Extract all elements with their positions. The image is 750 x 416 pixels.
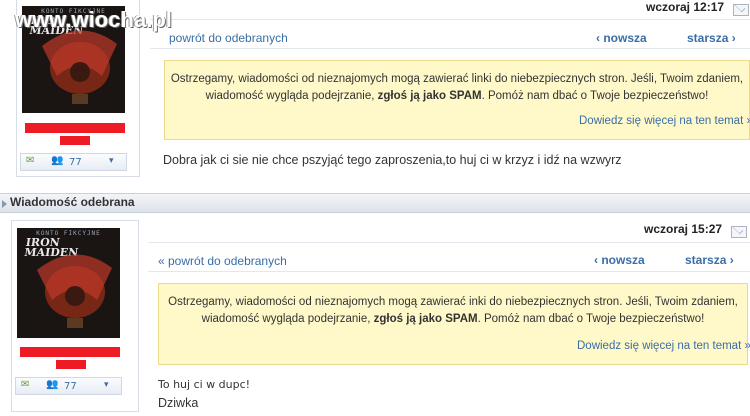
tool-count: 77 bbox=[64, 381, 77, 392]
message-date-1: wczoraj 12:17 bbox=[646, 0, 725, 14]
warning-line-2c: . Pomóż nam dbać o Twoje bezpieczeństwo! bbox=[481, 90, 709, 102]
redacted-name-2 bbox=[20, 347, 120, 357]
message-body-2-line-2: Dziwka bbox=[158, 396, 199, 410]
report-spam-link[interactable]: zgłoś ją jako SPAM bbox=[378, 90, 482, 102]
warning-line-1: Ostrzegamy, wiadomości od nieznajomych m… bbox=[168, 296, 738, 308]
message-reply-icon[interactable]: ✉ bbox=[21, 379, 29, 390]
back-to-inbox-link-1[interactable]: powrót do odebranych bbox=[169, 31, 288, 45]
warning-text: Ostrzegamy, wiadomości od nieznajomych m… bbox=[159, 294, 747, 328]
newer-button-1[interactable]: ‹ nowsza bbox=[596, 31, 647, 45]
section-header: Wiadomość odebrana bbox=[0, 193, 750, 213]
collapse-arrow-icon[interactable] bbox=[2, 200, 7, 208]
message-date-2: wczoraj 15:27 bbox=[644, 222, 723, 236]
older-button-1[interactable]: starsza › bbox=[687, 31, 736, 45]
message-body-2-line-1: To huj ci w dupc! bbox=[158, 378, 251, 391]
divider bbox=[148, 271, 750, 272]
warning-line-2: wiadomość wygląda podejrzanie, zgłoś ją … bbox=[165, 88, 749, 105]
sender-tools-1: ✉ 👥 77 ▾ bbox=[20, 153, 127, 171]
spam-warning-1: Ostrzegamy, wiadomości od nieznajomych m… bbox=[164, 60, 750, 140]
redacted-name-1 bbox=[25, 123, 125, 133]
learn-more-link-2[interactable]: Dowiedz się więcej na ten temat » bbox=[577, 340, 750, 352]
back-to-inbox-link-2[interactable]: « powrót do odebranych bbox=[158, 254, 287, 268]
spam-warning-2: Ostrzegamy, wiadomości od nieznajomych m… bbox=[158, 283, 750, 365]
avatar-art bbox=[37, 254, 112, 328]
warning-line-2c: . Pomóż nam dbać o Twoje bezpieczeństwo! bbox=[477, 313, 705, 325]
message-body-1: Dobra jak ci sie nie chce pszyjąć tego z… bbox=[163, 153, 622, 167]
report-spam-link[interactable]: zgłoś ją jako SPAM bbox=[374, 313, 478, 325]
warning-line-2a: wiadomość wygląda podejrzanie, bbox=[205, 90, 378, 102]
warning-line-2a: wiadomość wygląda podejrzanie, bbox=[201, 313, 374, 325]
envelope-icon bbox=[731, 226, 747, 238]
tool-count: 77 bbox=[69, 157, 82, 168]
sender-tools-2: ✉ 👥 77 ▾ bbox=[15, 377, 122, 395]
divider bbox=[150, 48, 750, 49]
section-title: Wiadomość odebrana bbox=[10, 195, 135, 209]
chevron-down-icon[interactable]: ▾ bbox=[104, 380, 109, 390]
newer-button-2[interactable]: ‹ nowsza bbox=[594, 253, 645, 267]
warning-text: Ostrzegamy, wiadomości od nieznajomych m… bbox=[165, 71, 749, 105]
divider bbox=[150, 19, 750, 20]
redacted-name-1b bbox=[60, 136, 90, 145]
message-reply-icon[interactable]: ✉ bbox=[26, 155, 34, 166]
friends-icon[interactable]: 👥 bbox=[51, 155, 63, 166]
sender-avatar-2[interactable]: KONTO FIKCYJNE IRON MAIDEN bbox=[17, 228, 120, 338]
learn-more-link-1[interactable]: Dowiedz się więcej na ten temat » bbox=[579, 115, 750, 127]
warning-line-1: Ostrzegamy, wiadomości od nieznajomych m… bbox=[170, 73, 744, 85]
chevron-down-icon[interactable]: ▾ bbox=[109, 156, 114, 166]
warning-line-2: wiadomość wygląda podejrzanie, zgłoś ją … bbox=[159, 311, 747, 328]
divider bbox=[148, 242, 750, 243]
redacted-name-2b bbox=[56, 360, 86, 369]
envelope-icon bbox=[733, 4, 749, 16]
friends-icon[interactable]: 👥 bbox=[46, 379, 58, 390]
site-watermark: www.wiocha.pl bbox=[15, 7, 172, 32]
older-button-2[interactable]: starsza › bbox=[685, 253, 734, 267]
